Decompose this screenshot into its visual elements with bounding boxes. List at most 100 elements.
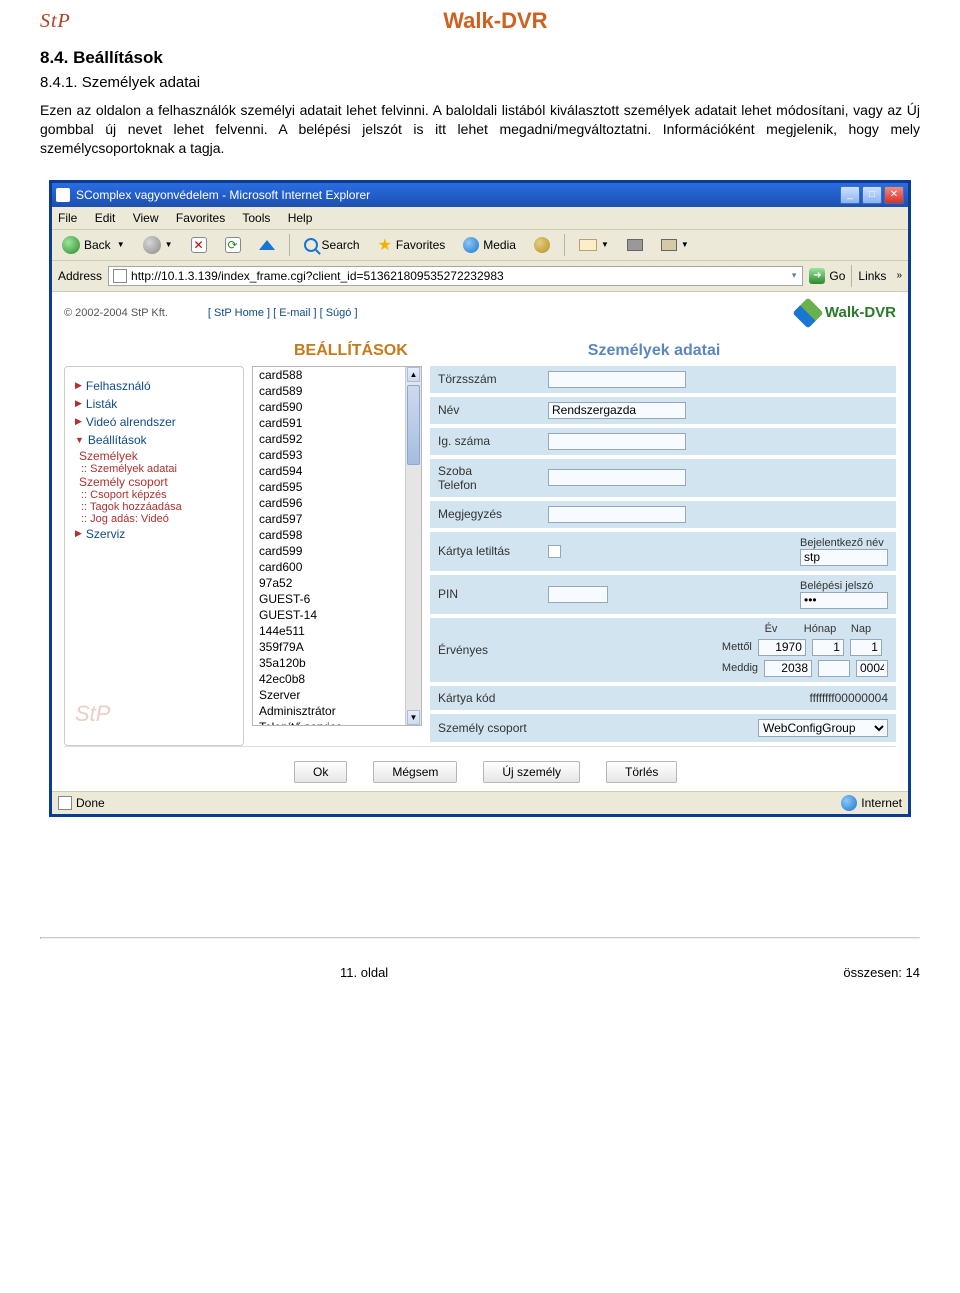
scroll-down-icon[interactable]: ▼ — [407, 710, 420, 725]
window-titlebar: SComplex vagyonvédelem - Microsoft Inter… — [52, 183, 908, 207]
list-item[interactable]: card591 — [253, 415, 421, 431]
list-item[interactable]: GUEST-14 — [253, 607, 421, 623]
list-item[interactable]: card599 — [253, 543, 421, 559]
person-listbox[interactable]: card588card589card590card591card592card5… — [252, 366, 422, 726]
sidebar-subitem[interactable]: :: Személyek adatai — [75, 463, 233, 475]
sidebar-subitem[interactable]: :: Tagok hozzáadása — [75, 501, 233, 513]
list-item[interactable]: Adminisztrátor — [253, 703, 421, 719]
address-field[interactable]: http://10.1.3.139/index_frame.cgi?client… — [108, 266, 803, 286]
label-nev: Név — [438, 403, 548, 417]
new-person-button[interactable]: Új személy — [483, 761, 580, 783]
menu-help[interactable]: Help — [288, 211, 313, 225]
scroll-thumb[interactable] — [407, 385, 420, 465]
list-item[interactable]: 144e511 — [253, 623, 421, 639]
delete-button[interactable]: Törlés — [606, 761, 677, 783]
back-button[interactable]: Back▼ — [58, 235, 129, 255]
sidebar-subitem[interactable]: :: Jog adás: Videó — [75, 513, 233, 525]
menu-favorites[interactable]: Favorites — [176, 211, 225, 225]
menu-tools[interactable]: Tools — [242, 211, 270, 225]
close-button[interactable]: ✕ — [884, 186, 904, 204]
input-meddig-y[interactable] — [764, 660, 812, 677]
list-item[interactable]: GUEST-6 — [253, 591, 421, 607]
links-label[interactable]: Links — [858, 269, 886, 283]
stop-button[interactable]: ✕ — [187, 236, 211, 254]
list-item[interactable]: card594 — [253, 463, 421, 479]
input-meddig-d[interactable] — [856, 660, 888, 677]
sidebar-subitem[interactable]: Személy csoport — [75, 475, 233, 489]
list-item[interactable]: 35a120b — [253, 655, 421, 671]
input-beljelszo[interactable] — [800, 592, 888, 609]
list-item[interactable]: 359f79A — [253, 639, 421, 655]
home-button[interactable] — [255, 239, 279, 251]
label-mettol: Mettől — [722, 641, 752, 653]
mail-icon — [579, 239, 597, 251]
list-item[interactable]: card596 — [253, 495, 421, 511]
maximize-button[interactable]: □ — [862, 186, 882, 204]
favorites-button[interactable]: ★Favorites — [374, 234, 450, 256]
dropdown-icon[interactable]: ▾ — [790, 270, 799, 281]
sidebar-item[interactable]: ▶Felhasználó — [75, 377, 233, 395]
menu-view[interactable]: View — [133, 211, 159, 225]
copyright-text: © 2002-2004 StP Kft. — [64, 307, 168, 319]
ok-button[interactable]: Ok — [294, 761, 347, 783]
input-ig[interactable] — [548, 433, 686, 450]
history-button[interactable] — [530, 236, 554, 254]
go-button[interactable]: ➜Go — [809, 268, 845, 284]
zone-text: Internet — [861, 796, 902, 810]
media-button[interactable]: Media — [459, 236, 520, 254]
select-szemelycsoport[interactable]: WebConfigGroup — [758, 719, 888, 737]
chevron-right-icon[interactable]: » — [892, 270, 902, 281]
list-item[interactable]: card589 — [253, 383, 421, 399]
input-meddig-m[interactable] — [818, 660, 850, 677]
list-item[interactable]: Telepítő service — [253, 719, 421, 726]
menu-file[interactable]: File — [58, 211, 77, 225]
addressbar: Address http://10.1.3.139/index_frame.cg… — [52, 261, 908, 292]
edit-toolbar-button[interactable]: ▼ — [657, 238, 693, 252]
arrow-icon: ▶ — [75, 528, 82, 539]
list-item[interactable]: card588 — [253, 367, 421, 383]
scroll-up-icon[interactable]: ▲ — [407, 367, 420, 382]
list-item[interactable]: card593 — [253, 447, 421, 463]
mail-button[interactable]: ▼ — [575, 238, 613, 252]
input-nev[interactable] — [548, 402, 686, 419]
forward-button[interactable]: ▼ — [139, 235, 177, 255]
back-icon — [62, 236, 80, 254]
list-item[interactable]: card597 — [253, 511, 421, 527]
list-item[interactable]: Szerver — [253, 687, 421, 703]
header-links[interactable]: [ StP Home ] [ E-mail ] [ Súgó ] — [208, 307, 358, 319]
label-szemelycsoport: Személy csoport — [438, 721, 548, 735]
input-torzsszam[interactable] — [548, 371, 686, 388]
input-bejnev[interactable] — [800, 549, 888, 566]
list-item[interactable]: card592 — [253, 431, 421, 447]
list-item[interactable]: card595 — [253, 479, 421, 495]
list-item[interactable]: card600 — [253, 559, 421, 575]
sidebar-subitem[interactable]: :: Csoport képzés — [75, 489, 233, 501]
search-button[interactable]: Search — [300, 237, 364, 253]
refresh-button[interactable]: ⟳ — [221, 236, 245, 254]
sidebar-subitem[interactable]: Személyek — [75, 449, 233, 463]
sidebar-item-open[interactable]: ▼Beállítások — [75, 431, 233, 449]
checkbox-kartya-letilt[interactable] — [548, 545, 561, 558]
input-mettol-y[interactable] — [758, 639, 806, 656]
toolbar-separator — [564, 234, 565, 256]
list-item[interactable]: 97a52 — [253, 575, 421, 591]
menu-edit[interactable]: Edit — [95, 211, 116, 225]
label-torzsszam: Törzsszám — [438, 372, 548, 386]
input-mettol-d[interactable] — [850, 639, 882, 656]
input-mettol-m[interactable] — [812, 639, 844, 656]
sidebar-item[interactable]: ▶Videó alrendszer — [75, 413, 233, 431]
scrollbar[interactable]: ▲ ▼ — [405, 367, 421, 725]
cancel-button[interactable]: Mégsem — [373, 761, 457, 783]
input-szoba[interactable] — [548, 469, 686, 486]
sidebar-item[interactable]: ▶Listák — [75, 395, 233, 413]
list-item[interactable]: card598 — [253, 527, 421, 543]
list-item[interactable]: 42ec0b8 — [253, 671, 421, 687]
minimize-button[interactable]: _ — [840, 186, 860, 204]
page-icon — [58, 796, 72, 810]
print-button[interactable] — [623, 238, 647, 252]
input-megj[interactable] — [548, 506, 686, 523]
sidebar-item[interactable]: ▶Szerviz — [75, 525, 233, 543]
input-pin[interactable] — [548, 586, 608, 603]
logo-icon — [792, 297, 823, 328]
list-item[interactable]: card590 — [253, 399, 421, 415]
